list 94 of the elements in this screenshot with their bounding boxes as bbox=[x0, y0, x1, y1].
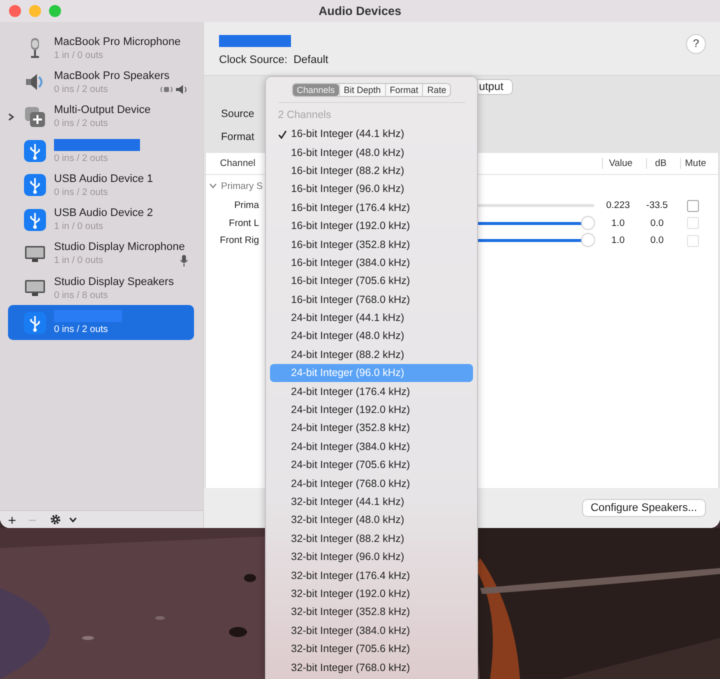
device-row[interactable]: MacBook Pro Microphone 1 in / 0 outs bbox=[8, 31, 194, 66]
device-io: 0 ins / 2 outs bbox=[54, 324, 108, 336]
menu-item[interactable]: 32-bit Integer (44.1 kHz) bbox=[270, 492, 473, 512]
checkmark-icon bbox=[278, 130, 287, 139]
group-label: Primary S bbox=[221, 180, 263, 192]
menu-item[interactable]: 16-bit Integer (176.4 kHz) bbox=[270, 198, 473, 217]
device-name: Multi-Output Device bbox=[54, 104, 152, 116]
device-io: 1 in / 0 outs bbox=[54, 50, 104, 61]
chevron-down-icon[interactable] bbox=[69, 516, 78, 522]
menu-item[interactable]: 32-bit Integer (384.0 kHz) bbox=[270, 622, 473, 640]
column-header[interactable]: dB bbox=[646, 158, 680, 169]
device-io: 0 ins / 2 outs bbox=[54, 186, 108, 198]
menu-item[interactable]: 24-bit Integer (44.1 kHz) bbox=[270, 308, 473, 328]
menu-item[interactable]: 24-bit Integer (384.0 kHz) bbox=[270, 438, 473, 456]
menu-item[interactable]: 32-bit Integer (192.0 kHz) bbox=[270, 584, 473, 604]
close-button[interactable] bbox=[9, 5, 21, 17]
menu-item[interactable]: 32-bit Integer (88.2 kHz) bbox=[270, 530, 473, 548]
value-text: 1.0 bbox=[610, 218, 626, 229]
slider-knob[interactable] bbox=[582, 234, 594, 246]
device-name: USB Audio Device 1 bbox=[54, 172, 154, 185]
menu-item[interactable]: 16-bit Integer (88.2 kHz) bbox=[270, 162, 473, 180]
menu-item[interactable]: 16-bit Integer (192.0 kHz) bbox=[270, 216, 473, 236]
menu-item[interactable]: 32-bit Integer (96.0 kHz) bbox=[270, 548, 473, 566]
menu-item[interactable]: 24-bit Integer (192.0 kHz) bbox=[270, 400, 473, 420]
zoom-button[interactable] bbox=[49, 5, 61, 17]
format-label: Format bbox=[221, 130, 254, 142]
menu-tab[interactable]: Rate bbox=[422, 84, 450, 96]
db-text: 0.0 bbox=[649, 218, 665, 229]
menu-item[interactable]: 24-bit Integer (705.6 kHz) bbox=[270, 456, 473, 474]
channel-name: Prima bbox=[233, 200, 259, 212]
menu-item[interactable]: 24-bit Integer (88.2 kHz) bbox=[270, 346, 473, 364]
menu-item[interactable]: 16-bit Integer (44.1 kHz) bbox=[270, 125, 473, 144]
device-io: 0 ins / 2 outs bbox=[54, 152, 108, 164]
menu-item[interactable]: 32-bit Integer (48.0 kHz) bbox=[270, 511, 473, 530]
menu-tab[interactable]: Bit Depth bbox=[338, 84, 385, 96]
value-text: 1.0 bbox=[610, 235, 626, 246]
menu-item[interactable]: 16-bit Integer (384.0 kHz) bbox=[270, 254, 473, 272]
slider-knob[interactable] bbox=[582, 216, 594, 229]
menu-item[interactable]: 24-bit Integer (176.4 kHz) bbox=[270, 382, 473, 401]
menu-item[interactable]: 32-bit Integer (705.6 kHz) bbox=[270, 640, 473, 658]
device-io: 1 in / 0 outs bbox=[54, 255, 104, 266]
menu-item[interactable]: 16-bit Integer (768.0 kHz) bbox=[270, 290, 473, 309]
menu-item[interactable]: 32-bit Integer (768.0 kHz) bbox=[270, 658, 473, 677]
usb-icon bbox=[24, 174, 46, 196]
menu-item[interactable]: 24-bit Integer (352.8 kHz) bbox=[270, 419, 473, 438]
column-header[interactable]: Mute bbox=[680, 158, 718, 169]
usb-icon bbox=[24, 208, 46, 231]
channel-name: Front L bbox=[228, 218, 259, 229]
menu-item[interactable]: 16-bit Integer (48.0 kHz) bbox=[270, 143, 473, 162]
device-io: 1 in / 0 outs bbox=[54, 221, 104, 232]
settings-icon[interactable] bbox=[50, 514, 62, 525]
chevron-right-icon[interactable] bbox=[7, 112, 15, 121]
minimize-button[interactable] bbox=[29, 5, 41, 17]
device-row[interactable]: 0 ins / 2 outs bbox=[8, 305, 194, 340]
configure-speakers-button[interactable]: Configure Speakers... bbox=[582, 499, 706, 517]
help-button[interactable]: ? bbox=[686, 34, 706, 54]
clock-source-label: Clock Source: bbox=[219, 54, 288, 66]
device-name: USB Audio Device 2 bbox=[54, 207, 154, 220]
device-io: 0 ins / 8 outs bbox=[54, 290, 108, 301]
section-header: 2 Channels bbox=[277, 108, 332, 123]
usb-icon bbox=[24, 312, 46, 334]
device-io: 0 ins / 2 outs bbox=[54, 118, 108, 130]
menu-item[interactable]: 32-bit Integer (176.4 kHz) bbox=[270, 566, 473, 585]
menu-item[interactable]: 16-bit Integer (352.8 kHz) bbox=[270, 235, 473, 254]
menu-tab[interactable]: Format bbox=[384, 84, 422, 96]
db-text: -33.5 bbox=[645, 200, 669, 212]
device-row[interactable]: USB Audio Device 2 1 in / 0 outs bbox=[8, 202, 194, 237]
menu-item[interactable]: 24-bit Integer (768.0 kHz) bbox=[270, 474, 473, 493]
window-title: Audio Devices bbox=[318, 4, 402, 18]
device-name: Studio Display Speakers bbox=[54, 276, 175, 288]
device-row[interactable]: Studio Display Speakers 0 ins / 8 outs bbox=[8, 271, 194, 306]
usb-icon bbox=[24, 140, 46, 162]
menu-item[interactable]: 16-bit Integer (96.0 kHz) bbox=[270, 180, 473, 199]
device-row[interactable]: MacBook Pro Speakers 0 ins / 2 outs bbox=[8, 65, 194, 100]
mute-checkbox[interactable] bbox=[687, 200, 699, 212]
add-button[interactable]: + bbox=[8, 512, 16, 526]
device-name: MacBook Pro Speakers bbox=[54, 70, 171, 82]
device-io: 0 ins / 2 outs bbox=[54, 84, 108, 95]
value-text: 0.223 bbox=[605, 200, 631, 212]
db-text: 0.0 bbox=[649, 235, 665, 246]
menu-item[interactable]: 16-bit Integer (705.6 kHz) bbox=[270, 272, 473, 291]
output-tab[interactable]: utput bbox=[475, 79, 514, 95]
device-row[interactable]: Multi-Output Device 0 ins / 2 outs bbox=[8, 100, 194, 134]
menu-item[interactable]: 24-bit Integer (48.0 kHz) bbox=[270, 327, 473, 346]
device-name: MacBook Pro Microphone bbox=[54, 36, 182, 48]
device-row[interactable]: Studio Display Microphone 1 in / 0 outs bbox=[8, 236, 194, 272]
menu-item[interactable]: 32-bit Integer (352.8 kHz) bbox=[270, 603, 473, 622]
clock-source-value: Default bbox=[293, 54, 328, 66]
device-name: Studio Display Microphone bbox=[54, 240, 186, 253]
device-row[interactable]: USB Audio Device 1 0 ins / 2 outs bbox=[8, 168, 194, 202]
channel-name: Front Rig bbox=[218, 235, 259, 246]
stacked-plus-icon bbox=[24, 106, 46, 128]
column-header[interactable]: Value bbox=[602, 158, 646, 169]
source-label: Source bbox=[221, 108, 254, 120]
